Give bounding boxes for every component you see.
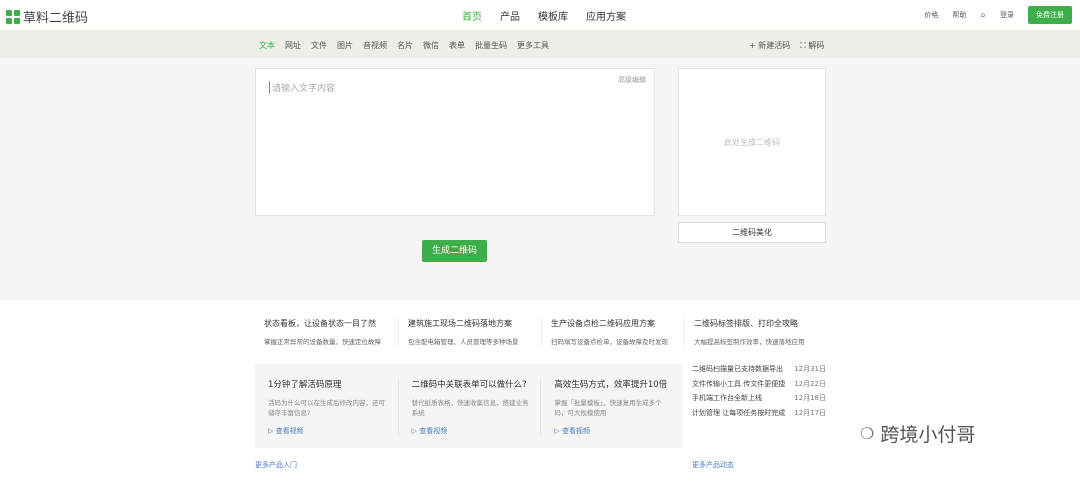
article-desc: 扫码填写设备点检单，设备故障及时发现 bbox=[551, 338, 668, 346]
card-desc: 掌握「批量模板」，快速复用生成多个码，可大规模使用 bbox=[554, 399, 662, 417]
news-text: 二维码扫描量已支持数据导出 bbox=[692, 365, 783, 373]
watch-video-link[interactable]: ▷ 查看视频 bbox=[268, 426, 304, 436]
tab-more-tools[interactable]: 更多工具 bbox=[512, 30, 554, 61]
article-item[interactable]: 状态看板，让设备状态一目了然 掌握正常异常的设备数量，快速定位故障 bbox=[255, 318, 398, 346]
article-row: 状态看板，让设备状态一目了然 掌握正常异常的设备数量，快速定位故障 建筑施工现场二… bbox=[255, 318, 827, 346]
card-title: 高效生码方式，效率提升10倍 bbox=[554, 380, 668, 390]
pricing-link[interactable]: 价格 bbox=[924, 10, 938, 20]
product-news: 二维码扫描量已支持数据导出 12月31日 文件传输小工具 传文件更便捷 12月22日… bbox=[692, 364, 826, 422]
news-item[interactable]: 手机端工作台全新上线 12月18日 bbox=[692, 393, 826, 408]
article-desc: 大幅提高标签制作效率，快速落地应用 bbox=[694, 338, 805, 346]
news-item[interactable]: 计划管理 让每项任务按时完成 12月17日 bbox=[692, 408, 826, 423]
tab-batch[interactable]: 批量生码 bbox=[470, 30, 512, 61]
video-card: 高效生码方式，效率提升10倍掌握「批量模板」，快速复用生成多个码，可大规模使用 ▷… bbox=[540, 378, 683, 436]
text-placeholder: 请输入文字内容 bbox=[269, 81, 335, 94]
nav-home[interactable]: 首页 bbox=[462, 8, 482, 23]
watch-video-label: 查看视频 bbox=[419, 427, 448, 435]
qr-placeholder: 此处生成二维码 bbox=[724, 137, 780, 147]
article-title: 二维码标签排版、打印全攻略 bbox=[694, 319, 798, 328]
article-desc: 包含配电箱管理、人员管理等多种场景 bbox=[408, 338, 519, 346]
tab-card[interactable]: 名片 bbox=[392, 30, 418, 61]
wechat-icon: ❍ bbox=[860, 424, 875, 443]
nav-solutions[interactable]: 应用方案 bbox=[586, 8, 626, 23]
news-date: 12月18日 bbox=[794, 394, 826, 402]
play-icon: ▷ bbox=[554, 427, 562, 435]
news-text: 计划管理 让每项任务按时完成 bbox=[692, 408, 786, 417]
register-button[interactable]: 免费注册 bbox=[1028, 6, 1072, 24]
play-icon: ▷ bbox=[268, 427, 276, 435]
more-intro-link[interactable]: 更多产品入门 bbox=[255, 460, 297, 470]
tab-text[interactable]: 文本 bbox=[254, 30, 280, 61]
news-text: 文件传输小工具 传文件更便捷 bbox=[692, 379, 786, 388]
card-title: 1分钟了解活码原理 bbox=[268, 380, 342, 390]
article-title: 生产设备点检二维码应用方案 bbox=[551, 319, 655, 328]
text-input[interactable]: 请输入文字内容 高级编辑 bbox=[255, 68, 655, 216]
news-date: 12月17日 bbox=[794, 408, 826, 417]
top-header: 草料二维码 首页 产品 模板库 应用方案 价格 帮助 ⌕ 登录 免费注册 bbox=[0, 0, 1080, 30]
news-item[interactable]: 二维码扫描量已支持数据导出 12月31日 bbox=[692, 364, 826, 379]
help-link[interactable]: 帮助 bbox=[952, 10, 966, 20]
main-nav: 首页 产品 模板库 应用方案 bbox=[462, 8, 626, 23]
card-desc: 替代纸质表格，快速收集信息，搭建业务系统 bbox=[411, 399, 529, 417]
tab-image[interactable]: 图片 bbox=[332, 30, 358, 61]
watermark-text: 跨境小付哥 bbox=[880, 424, 976, 446]
article-title: 状态看板，让设备状态一目了然 bbox=[264, 319, 376, 328]
tab-form[interactable]: 表单 bbox=[444, 30, 470, 61]
login-link[interactable]: 登录 bbox=[1000, 10, 1014, 20]
tab-file[interactable]: 文件 bbox=[306, 30, 332, 61]
article-title: 建筑施工现场二维码落地方案 bbox=[408, 319, 512, 328]
beautify-button[interactable]: 二维码美化 bbox=[678, 222, 826, 243]
video-cards: 1分钟了解活码原理活码为什么可以在生成后修改内容，还可储存丰富信息? ▷ 查看视频… bbox=[255, 364, 683, 448]
watermark: ❍ 跨境小付哥 bbox=[860, 420, 975, 447]
watch-video-link[interactable]: ▷ 查看视频 bbox=[412, 426, 448, 436]
news-date: 12月31日 bbox=[794, 365, 826, 373]
card-desc: 活码为什么可以在生成后修改内容，还可储存丰富信息? bbox=[268, 399, 385, 417]
search-icon[interactable]: ⌕ bbox=[980, 10, 986, 21]
logo[interactable]: 草料二维码 bbox=[6, 7, 88, 26]
article-item[interactable]: 建筑施工现场二维码落地方案 包含配电箱管理、人员管理等多种场景 bbox=[398, 318, 541, 346]
generator-area: 请输入文字内容 高级编辑 此处生成二维码 二维码美化 生成二维码 bbox=[0, 58, 1080, 300]
tab-audio-video[interactable]: 音视频 bbox=[358, 30, 392, 61]
tab-url[interactable]: 网址 bbox=[280, 30, 306, 61]
watch-video-label: 查看视频 bbox=[561, 427, 590, 435]
article-desc: 掌握正常异常的设备数量，快速定位故障 bbox=[264, 338, 381, 346]
nav-templates[interactable]: 模板库 bbox=[538, 8, 568, 23]
type-tabs: 文本 网址 文件 图片 音视频 名片 微信 表单 批量生码 更多工具 + 新建活… bbox=[0, 30, 1080, 61]
qr-preview: 此处生成二维码 bbox=[678, 68, 826, 216]
news-item[interactable]: 文件传输小工具 传文件更便捷 12月22日 bbox=[692, 379, 826, 394]
logo-text: 草料二维码 bbox=[23, 11, 89, 26]
video-card: 1分钟了解活码原理活码为什么可以在生成后修改内容，还可储存丰富信息? ▷ 查看视频 bbox=[255, 378, 398, 436]
card-title: 二维码中关联表单可以做什么? bbox=[411, 380, 527, 390]
nav-products[interactable]: 产品 bbox=[500, 8, 520, 23]
new-live-code-button[interactable]: + 新建活码 bbox=[749, 40, 790, 51]
decode-button[interactable]: ⛶ 解码 bbox=[800, 40, 824, 51]
article-item[interactable]: 二维码标签排版、打印全攻略 大幅提高标签制作效率，快速落地应用 bbox=[684, 318, 827, 346]
watch-video-link[interactable]: ▷ 查看视频 bbox=[554, 426, 590, 436]
more-news-link[interactable]: 更多产品动态 bbox=[692, 460, 734, 470]
watch-video-label: 查看视频 bbox=[275, 427, 304, 435]
video-card: 二维码中关联表单可以做什么? 替代纸质表格，快速收集信息，搭建业务系统 ▷ 查看视频 bbox=[397, 378, 541, 436]
tab-wechat[interactable]: 微信 bbox=[418, 30, 444, 61]
logo-icon bbox=[6, 9, 20, 24]
news-text: 手机端工作台全新上线 bbox=[692, 394, 762, 402]
advanced-edit-link[interactable]: 高级编辑 bbox=[618, 75, 646, 85]
generate-button[interactable]: 生成二维码 bbox=[422, 240, 487, 262]
article-item[interactable]: 生产设备点检二维码应用方案扫码填写设备点检单，设备故障及时发现 bbox=[541, 318, 684, 346]
news-date: 12月22日 bbox=[794, 379, 826, 388]
